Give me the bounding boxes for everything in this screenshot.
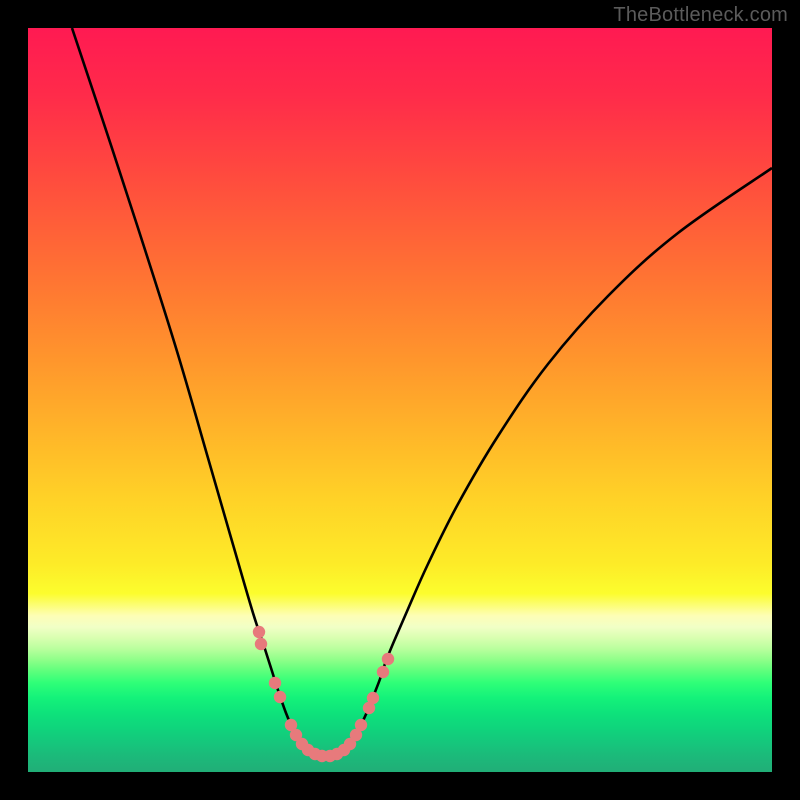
curve-dot [253,626,265,638]
curve-dot [377,666,389,678]
curve-dots [253,626,394,762]
chart-plot-area [28,28,772,772]
chart-svg [28,28,772,772]
watermark-text: TheBottleneck.com [613,4,788,27]
curve-dot [269,677,281,689]
curve-dot [274,691,286,703]
chart-frame: TheBottleneck.com [0,0,800,800]
curve-dot [367,692,379,704]
curve-dot [355,719,367,731]
bottleneck-curve [72,28,772,756]
curve-dot [382,653,394,665]
curve-dot [255,638,267,650]
